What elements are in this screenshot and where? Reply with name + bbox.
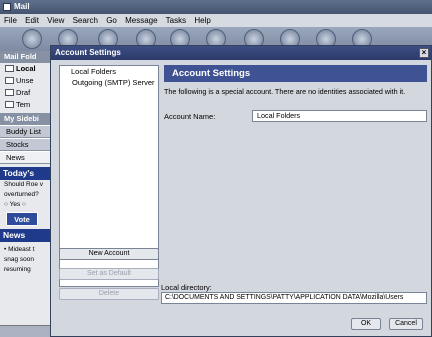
mail-title: Mail [14, 2, 30, 11]
folder-drafts[interactable]: Draf [0, 87, 51, 99]
mail-titlebar: Mail [0, 0, 432, 14]
cancel-button[interactable]: Cancel [389, 318, 423, 330]
account-name-label: Account Name: [164, 112, 216, 121]
poll-title: Today's [0, 167, 51, 180]
menu-go[interactable]: Go [106, 16, 117, 25]
folder-icon [5, 101, 14, 108]
tab-buddy-list[interactable]: Buddy List [0, 125, 51, 138]
new-account-button[interactable]: New Account [59, 248, 159, 260]
folder-label: Tem [16, 100, 31, 109]
left-status-bar [0, 325, 51, 337]
set-default-button[interactable]: Set as Default [59, 268, 159, 280]
dialog-titlebar: Account Settings × [51, 46, 431, 60]
menu-help[interactable]: Help [194, 16, 210, 25]
menu-search[interactable]: Search [73, 16, 98, 25]
mail-app-icon [3, 3, 11, 11]
local-directory-field[interactable]: C:\DOCUMENTS AND SETTINGS\PATTY\APPLICAT… [161, 292, 427, 304]
poll-option-label: Yes [9, 201, 21, 208]
news-title: News [0, 229, 51, 242]
folder-templates[interactable]: Tem [0, 99, 51, 111]
panel-description: The following is a special account. Ther… [164, 87, 406, 96]
ok-button[interactable]: OK [351, 318, 381, 330]
sidebar-header: My Sidebi [0, 113, 51, 125]
account-settings-dialog: Account Settings × Local Folders Outgoin… [50, 45, 432, 337]
tab-news[interactable]: News [0, 151, 51, 164]
folder-icon [5, 77, 14, 84]
news-line-3[interactable]: resuming [0, 265, 51, 275]
folder-local[interactable]: Local [0, 63, 51, 75]
folder-icon [5, 89, 14, 96]
folder-icon [5, 65, 14, 72]
tree-item-local-folders[interactable]: Local Folders [60, 66, 158, 77]
mail-menubar: File Edit View Search Go Message Tasks H… [0, 14, 432, 27]
menu-edit[interactable]: Edit [25, 16, 39, 25]
tree-item-outgoing-server[interactable]: Outgoing (SMTP) Server [60, 77, 158, 88]
folder-label: Draf [16, 88, 31, 97]
dialog-title: Account Settings [55, 48, 121, 57]
poll-question-2: overturned? [4, 191, 39, 198]
news-line-2[interactable]: snag soon [0, 255, 51, 265]
menu-view[interactable]: View [47, 16, 64, 25]
folder-label: Local [16, 64, 36, 73]
vote-button[interactable]: Vote [6, 212, 38, 226]
menu-message[interactable]: Message [125, 16, 157, 25]
menu-tasks[interactable]: Tasks [166, 16, 186, 25]
mail-left-pane: Mail Fold Local Unse Draf Tem My Sidebi … [0, 51, 52, 337]
panel-header: Account Settings [164, 65, 427, 82]
tab-stocks[interactable]: Stocks [0, 138, 51, 151]
poll-option-yes[interactable]: ○ Yes ○ [0, 200, 51, 210]
menu-file[interactable]: File [4, 16, 17, 25]
close-icon[interactable]: × [419, 48, 429, 58]
account-name-field[interactable]: Local Folders [252, 110, 427, 122]
folder-label: Unse [16, 76, 34, 85]
poll-question-1: Should Roe v [4, 181, 44, 188]
folders-header: Mail Fold [0, 51, 51, 63]
folder-unsent[interactable]: Unse [0, 75, 51, 87]
news-line-1[interactable]: • Mideast t [0, 245, 51, 255]
settings-panel: Account Settings The following is a spec… [164, 65, 427, 122]
delete-account-button[interactable]: Delete [59, 288, 159, 300]
get-msgs-icon[interactable] [22, 29, 42, 49]
